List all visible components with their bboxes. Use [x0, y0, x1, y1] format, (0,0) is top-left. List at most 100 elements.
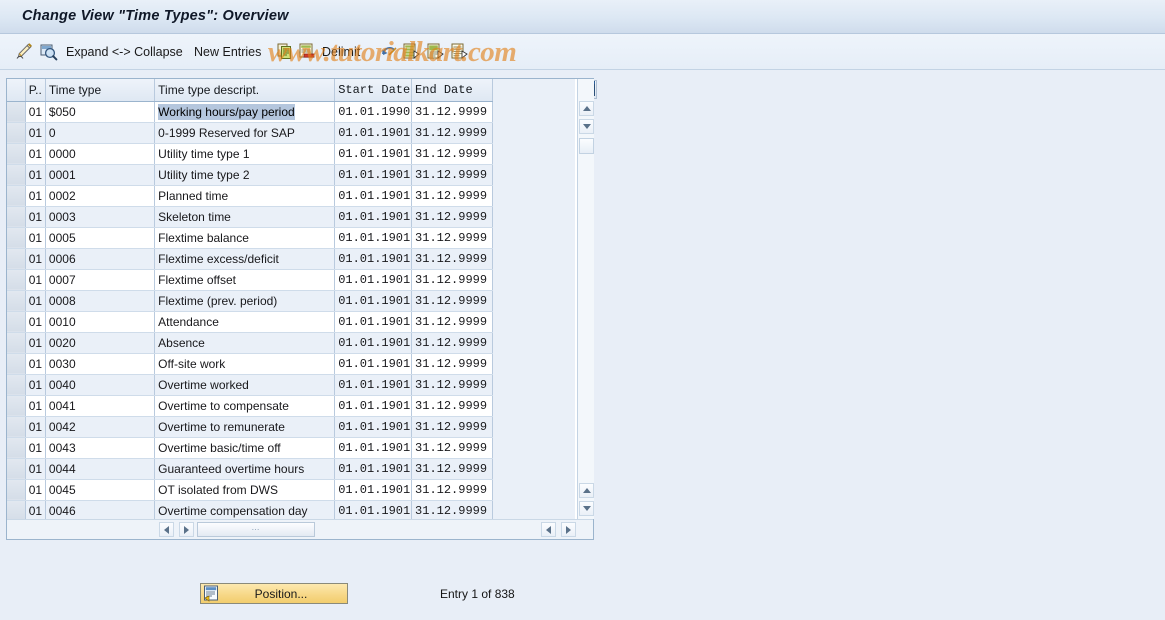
cell-descript[interactable]: OT isolated from DWS	[154, 479, 336, 501]
position-button[interactable]: Position...	[200, 583, 348, 604]
scroll-up-button[interactable]	[579, 101, 594, 116]
cell-end-date[interactable]: 31.12.9999	[411, 437, 493, 459]
cell-end-date[interactable]: 31.12.9999	[411, 416, 493, 438]
new-entries-button[interactable]: New Entries	[194, 34, 261, 70]
cell-time-type[interactable]: 0045	[45, 479, 156, 501]
cell-p[interactable]: 01	[25, 437, 46, 459]
row-selector-cell[interactable]	[7, 395, 26, 417]
deselect-all-button[interactable]	[426, 34, 444, 70]
cell-start-date[interactable]: 01.01.1901	[334, 479, 413, 501]
cell-time-type[interactable]: 0001	[45, 164, 156, 186]
cell-time-type[interactable]: 0005	[45, 227, 156, 249]
row-selector-cell[interactable]	[7, 458, 26, 480]
cell-p[interactable]: 01	[25, 395, 46, 417]
scroll-down-button[interactable]	[579, 119, 594, 134]
row-selector-cell[interactable]	[7, 248, 26, 270]
cell-start-date[interactable]: 01.01.1901	[334, 311, 413, 333]
row-selector-cell[interactable]	[7, 101, 26, 123]
cell-start-date[interactable]: 01.01.1901	[334, 353, 413, 375]
cell-time-type[interactable]: 0	[45, 122, 156, 144]
scroll-far-left-button[interactable]	[541, 522, 556, 537]
horizontal-scrollbar[interactable]: ⋯	[7, 519, 593, 539]
cell-start-date[interactable]: 01.01.1901	[334, 437, 413, 459]
horizontal-scroll-thumb[interactable]: ⋯	[197, 522, 315, 537]
cell-p[interactable]: 01	[25, 353, 46, 375]
column-header-start-date[interactable]: Start Date	[334, 79, 413, 102]
row-selector-cell[interactable]	[7, 185, 26, 207]
scroll-left-button[interactable]	[159, 522, 174, 537]
cell-end-date[interactable]: 31.12.9999	[411, 164, 493, 186]
cell-end-date[interactable]: 31.12.9999	[411, 395, 493, 417]
cell-time-type[interactable]: $050	[45, 101, 156, 123]
scroll-right-button[interactable]	[179, 522, 194, 537]
cell-descript[interactable]: Absence	[154, 332, 336, 354]
scroll-far-right-button[interactable]	[561, 522, 576, 537]
cell-start-date[interactable]: 01.01.1901	[334, 458, 413, 480]
vertical-scrollbar[interactable]	[577, 79, 594, 519]
cell-end-date[interactable]: 31.12.9999	[411, 479, 493, 501]
table-row[interactable]: 01 0046 Overtime compensation day 01.01.190…	[7, 500, 493, 522]
cell-start-date[interactable]: 01.01.1901	[334, 332, 413, 354]
cell-end-date[interactable]: 31.12.9999	[411, 353, 493, 375]
cell-time-type[interactable]: 0006	[45, 248, 156, 270]
delete-button[interactable]	[298, 34, 316, 70]
cell-time-type[interactable]: 0008	[45, 290, 156, 312]
row-selector-cell[interactable]	[7, 164, 26, 186]
row-selector-cell[interactable]	[7, 290, 26, 312]
cell-descript[interactable]: Working hours/pay period	[154, 101, 336, 123]
cell-end-date[interactable]: 31.12.9999	[411, 374, 493, 396]
cell-p[interactable]: 01	[25, 206, 46, 228]
row-selector-cell[interactable]	[7, 332, 26, 354]
table-row[interactable]: 01 0008 Flextime (prev. period) 01.01.1901 3…	[7, 290, 493, 312]
table-row[interactable]: 01 0040 Overtime worked 01.01.1901 31.12.999…	[7, 374, 493, 396]
cell-start-date[interactable]: 01.01.1901	[334, 248, 413, 270]
cell-time-type[interactable]: 0046	[45, 500, 156, 522]
cell-p[interactable]: 01	[25, 458, 46, 480]
table-row[interactable]: 01 0043 Overtime basic/time off 01.01.1901 3…	[7, 437, 493, 459]
cell-start-date[interactable]: 01.01.1901	[334, 143, 413, 165]
cell-start-date[interactable]: 01.01.1901	[334, 206, 413, 228]
cell-descript[interactable]: Guaranteed overtime hours	[154, 458, 336, 480]
cell-start-date[interactable]: 01.01.1901	[334, 269, 413, 291]
cell-descript[interactable]: Attendance	[154, 311, 336, 333]
table-row[interactable]: 01 0003 Skeleton time 01.01.1901 31.12.9999	[7, 206, 493, 228]
cell-time-type[interactable]: 0002	[45, 185, 156, 207]
cell-start-date[interactable]: 01.01.1901	[334, 395, 413, 417]
cell-p[interactable]: 01	[25, 269, 46, 291]
table-row[interactable]: 01 0007 Flextime offset 01.01.1901 31.12.999…	[7, 269, 493, 291]
row-selector-cell[interactable]	[7, 416, 26, 438]
cell-descript[interactable]: Utility time type 1	[154, 143, 336, 165]
cell-end-date[interactable]: 31.12.9999	[411, 206, 493, 228]
select-layout-button[interactable]	[38, 34, 58, 70]
cell-start-date[interactable]: 01.01.1901	[334, 290, 413, 312]
cell-descript[interactable]: Utility time type 2	[154, 164, 336, 186]
cell-descript[interactable]: Overtime to remunerate	[154, 416, 336, 438]
cell-time-type[interactable]: 0030	[45, 353, 156, 375]
cell-p[interactable]: 01	[25, 416, 46, 438]
expand-collapse-button[interactable]: Expand <-> Collapse	[66, 34, 183, 70]
copy-as-button[interactable]	[276, 34, 294, 70]
row-selector-cell[interactable]	[7, 206, 26, 228]
column-header-select[interactable]	[7, 79, 26, 102]
cell-p[interactable]: 01	[25, 122, 46, 144]
cell-start-date[interactable]: 01.01.1901	[334, 374, 413, 396]
table-row[interactable]: 01 0 0-1999 Reserved for SAP 01.01.1901 31.1…	[7, 122, 493, 144]
table-row[interactable]: 01 0041 Overtime to compensate 01.01.1901 31…	[7, 395, 493, 417]
table-row[interactable]: 01 0006 Flextime excess/deficit 01.01.1901 3…	[7, 248, 493, 270]
cell-p[interactable]: 01	[25, 185, 46, 207]
row-selector-cell[interactable]	[7, 500, 26, 522]
scroll-page-up-button[interactable]	[579, 483, 594, 498]
row-selector-cell[interactable]	[7, 143, 26, 165]
cell-p[interactable]: 01	[25, 248, 46, 270]
cell-descript[interactable]: 0-1999 Reserved for SAP	[154, 122, 336, 144]
row-selector-cell[interactable]	[7, 227, 26, 249]
cell-end-date[interactable]: 31.12.9999	[411, 269, 493, 291]
column-header-p[interactable]: P..	[25, 79, 46, 102]
table-row[interactable]: 01 0030 Off-site work 01.01.1901 31.12.9999	[7, 353, 493, 375]
cell-descript[interactable]: Overtime to compensate	[154, 395, 336, 417]
table-row[interactable]: 01 0005 Flextime balance 01.01.1901 31.12.99…	[7, 227, 493, 249]
column-header-descript[interactable]: Time type descript.	[154, 79, 336, 102]
cell-time-type[interactable]: 0044	[45, 458, 156, 480]
cell-p[interactable]: 01	[25, 479, 46, 501]
column-header-end-date[interactable]: End Date	[411, 79, 493, 102]
